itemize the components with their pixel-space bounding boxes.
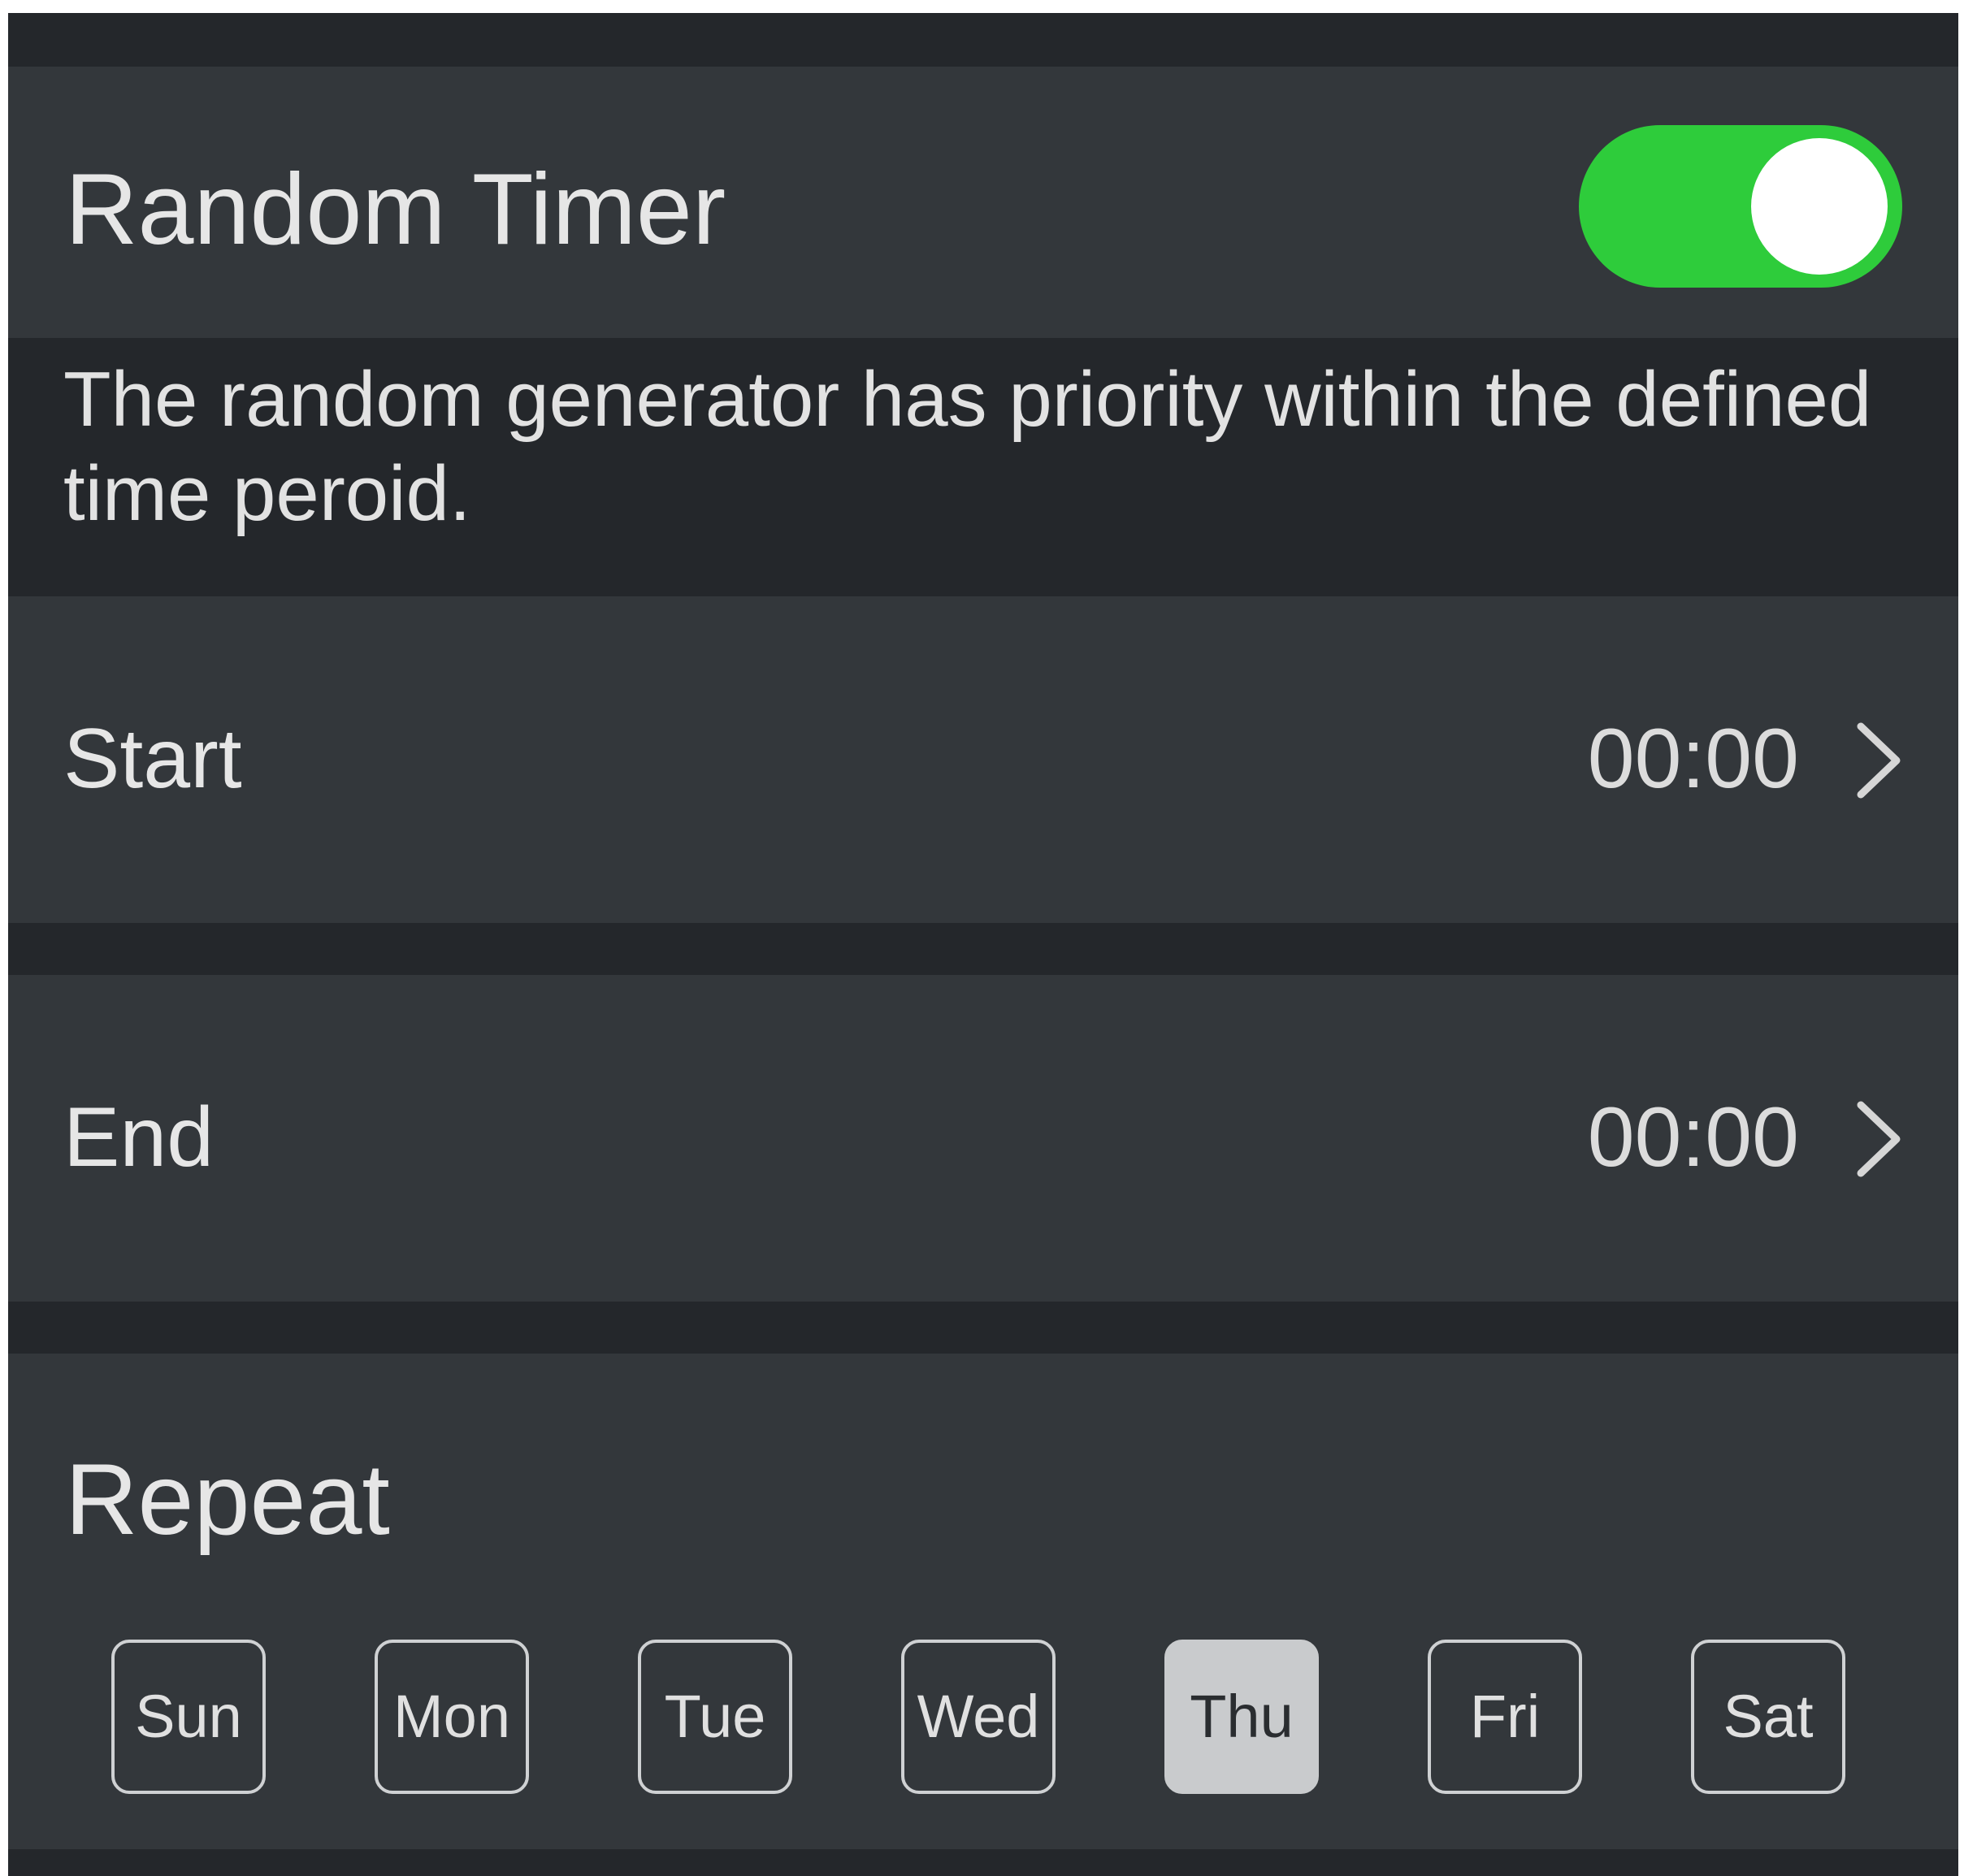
repeat-label: Repeat	[65, 1444, 390, 1556]
end-time-row[interactable]: End 00:00	[8, 975, 1958, 1302]
chevron-right-icon	[1857, 1101, 1901, 1177]
random-timer-screen: Random Timer The random generator has pr…	[8, 13, 1958, 1876]
day-wed[interactable]: Wed	[901, 1640, 1056, 1794]
end-label: End	[63, 1090, 215, 1185]
random-timer-toggle[interactable]	[1579, 125, 1902, 288]
repeat-row: Repeat Sun Mon Tue Wed Thu Fri Sat	[8, 1354, 1958, 1849]
end-time-value: 00:00	[1587, 1090, 1799, 1185]
start-time-value: 00:00	[1587, 712, 1799, 806]
chevron-right-icon	[1857, 722, 1901, 799]
start-label: Start	[63, 712, 242, 806]
day-sat[interactable]: Sat	[1691, 1640, 1845, 1794]
day-fri[interactable]: Fri	[1428, 1640, 1582, 1794]
random-timer-title: Random Timer	[65, 154, 726, 266]
toggle-knob	[1751, 138, 1888, 275]
day-thu[interactable]: Thu	[1164, 1640, 1319, 1794]
day-sun[interactable]: Sun	[111, 1640, 266, 1794]
random-timer-row: Random Timer	[8, 67, 1958, 338]
start-time-row[interactable]: Start 00:00	[8, 596, 1958, 923]
day-mon[interactable]: Mon	[375, 1640, 529, 1794]
day-tue[interactable]: Tue	[638, 1640, 792, 1794]
random-timer-description: The random generator has priority within…	[63, 356, 1872, 537]
